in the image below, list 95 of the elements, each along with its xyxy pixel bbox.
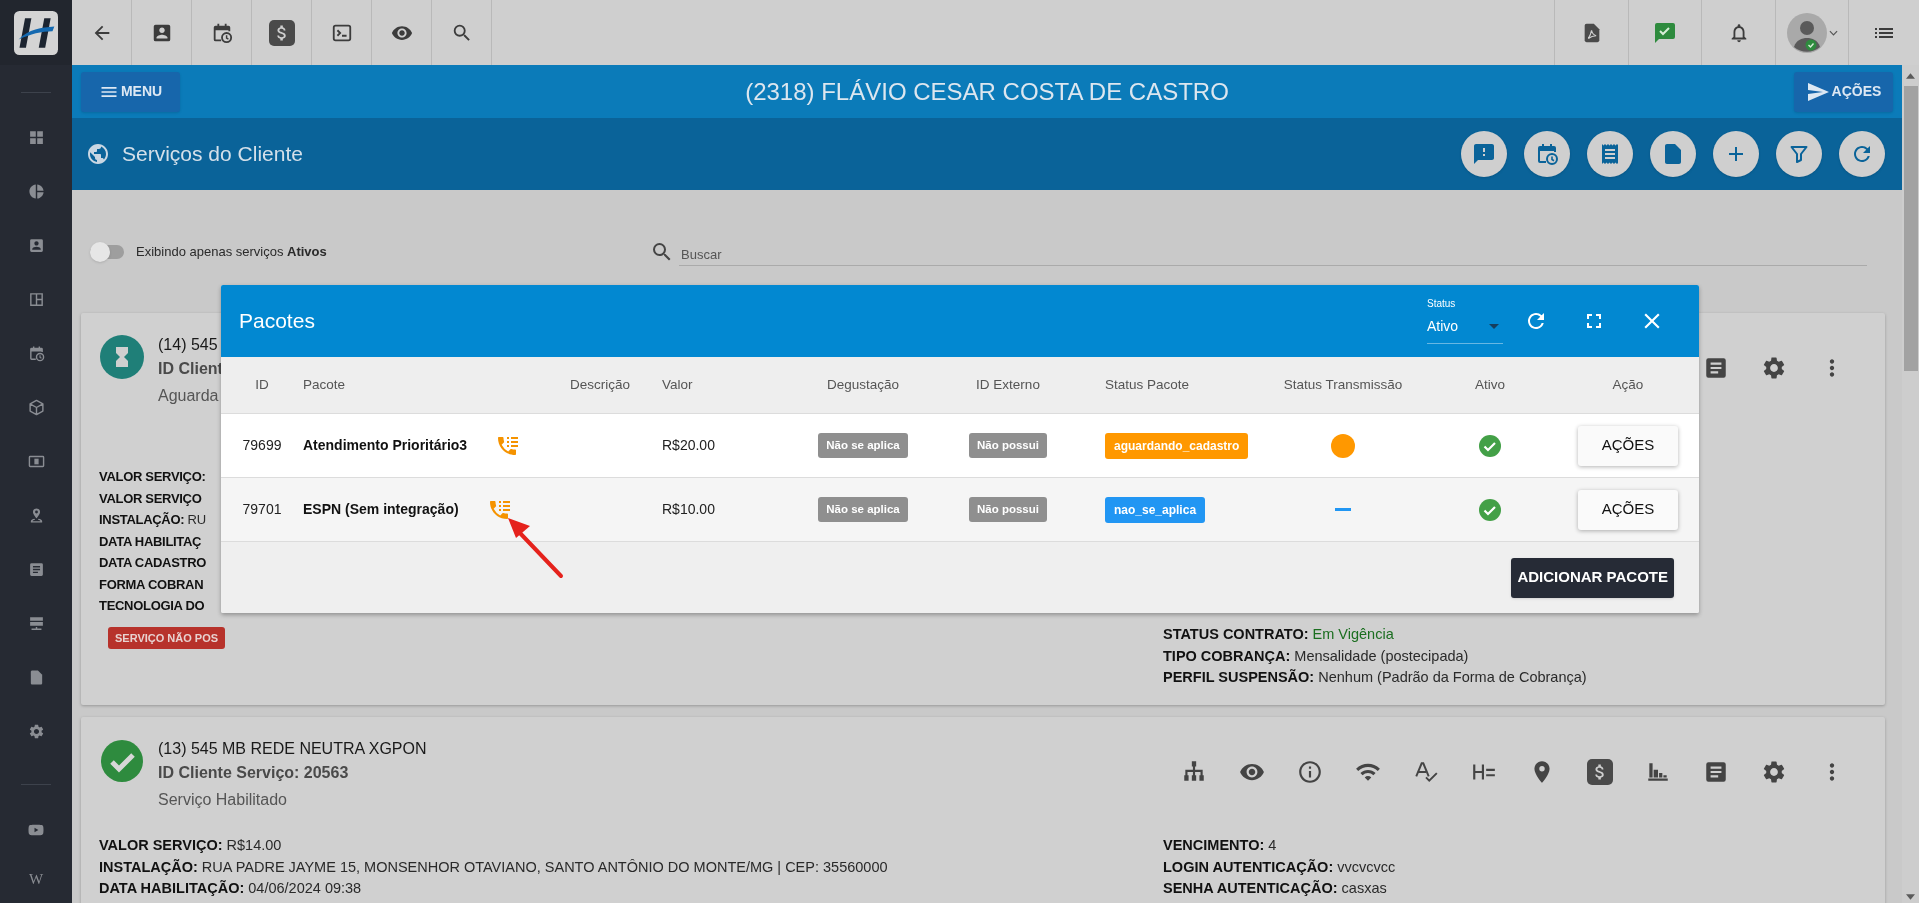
add-button[interactable]: [1713, 131, 1759, 177]
column-header: Degustação: [826, 375, 900, 394]
calendar-clock-icon[interactable]: [27, 344, 45, 362]
service-title: (14) 545: [158, 335, 219, 355]
scrollbar-thumb[interactable]: [1903, 86, 1918, 371]
detail-line: PERFIL SUSPENSÃO: Nenhum (Padrão da Forma de Cobrança): [1163, 668, 1587, 687]
receipt-button[interactable]: [1587, 131, 1633, 177]
actions-button[interactable]: AÇÕES: [1794, 71, 1893, 112]
avatar-silhouette-icon: [1786, 12, 1827, 53]
table-cell-text: R$20.00: [662, 436, 715, 455]
document-button[interactable]: [1650, 131, 1696, 177]
service-status: Serviço Habilitado: [158, 790, 288, 810]
column-header: Descrição: [569, 375, 630, 394]
filter-button[interactable]: [1776, 131, 1822, 177]
package-name: ESPN (Sem integração): [303, 500, 459, 519]
pie-chart-icon[interactable]: [27, 182, 45, 200]
trial-badge: Não se aplica: [818, 432, 908, 459]
dollar-icon: [268, 19, 295, 46]
column-header: Status Transmissão: [1283, 375, 1403, 394]
column-header: Ação: [1612, 375, 1644, 394]
detail-line: STATUS CONTRATO: Em Vigência: [1163, 625, 1394, 644]
search-field[interactable]: Buscar: [679, 237, 1867, 266]
actions-button[interactable]: AÇÕES: [1578, 489, 1678, 530]
package-name: Atendimento Prioritário3: [303, 436, 468, 455]
column-header: ID: [255, 375, 269, 394]
logo-icon[interactable]: [14, 10, 58, 55]
toggle-switch[interactable]: [90, 241, 126, 262]
list-icon[interactable]: [1703, 355, 1729, 381]
column-header: Status Pacote: [1105, 375, 1190, 394]
detail-line: SENHA AUTENTICAÇÃO: casxas: [1163, 879, 1387, 898]
detail-line: FORMA COBRAN: [99, 575, 204, 594]
column-header: Pacote: [303, 375, 346, 394]
schedule-button[interactable]: [1524, 131, 1570, 177]
add-package-button[interactable]: ADICIONAR PACOTE: [1511, 557, 1674, 598]
list-icon[interactable]: [27, 560, 45, 578]
service-title: (13) 545 MB REDE NEUTRA XGPON: [158, 739, 427, 759]
menu-button[interactable]: MENU: [81, 71, 180, 112]
detail-line: VALOR SERVIÇO: [99, 489, 202, 508]
package-status-badge: nao_se_aplica: [1105, 496, 1206, 523]
board-icon[interactable]: [27, 290, 45, 308]
detail-line: VALOR SERVIÇO:: [99, 468, 206, 486]
gear-icon[interactable]: [1761, 759, 1787, 785]
dollar-icon[interactable]: [1587, 759, 1613, 785]
column-header: ID Externo: [976, 375, 1040, 394]
calendar-clock-icon: [1535, 142, 1559, 166]
section-title: Serviços do Cliente: [122, 141, 303, 168]
package-status-badge: aguardando_cadastro: [1105, 432, 1249, 459]
service-id: ID Client: [158, 359, 223, 379]
table-cell-text: 79701: [242, 500, 282, 519]
detail-line: DATA HABILITAÇ: [99, 532, 202, 551]
client-title: (2318) FLÁVIO CESAR COSTA DE CASTRO: [745, 76, 1229, 107]
service-id: ID Cliente Serviço: 20563: [158, 763, 350, 783]
gear-icon[interactable]: [27, 722, 45, 740]
service-status-badge: SERVIÇO NÃO POS: [108, 626, 226, 649]
scroll-down-icon[interactable]: [1906, 894, 1915, 900]
refresh-button[interactable]: [1839, 131, 1885, 177]
detail-line: INSTALAÇÃO: RU: [99, 511, 206, 529]
caret-icon: [1828, 29, 1838, 36]
dropdown-caret-icon: [1489, 324, 1499, 329]
list-icon[interactable]: [1703, 759, 1729, 785]
detail-line: TIPO COBRANÇA: Mensalidade (postecipada): [1163, 646, 1469, 666]
detail-line: DATA CADASTRO: [99, 554, 207, 572]
globe-icon: [86, 142, 110, 166]
gear-icon[interactable]: [1761, 355, 1787, 381]
column-header: Valor: [662, 375, 693, 394]
detail-line: VENCIMENTO: 4: [1163, 836, 1277, 855]
contact-card-icon[interactable]: [27, 236, 45, 254]
table-cell-text: 79699: [242, 436, 282, 455]
message-alert-icon: [1472, 142, 1496, 166]
detail-line: TECNOLOGIA DO: [99, 597, 205, 615]
cube-icon[interactable]: [27, 398, 45, 416]
info-icon[interactable]: [1297, 759, 1323, 785]
dialog-title: Pacotes: [239, 308, 315, 335]
column-header: Ativo: [1475, 375, 1505, 394]
trial-badge: Não se aplica: [818, 496, 908, 523]
spellcheck-icon[interactable]: [1413, 759, 1439, 785]
service-status: Aguarda: [158, 386, 220, 406]
hourglass-badge-icon: [100, 335, 144, 379]
detail-line: VALOR SERVIÇO: R$14.00: [99, 836, 282, 855]
external-id-badge: Não possui: [969, 432, 1047, 459]
external-id-badge: Não possui: [969, 496, 1047, 523]
grid-icon[interactable]: [27, 128, 45, 146]
detail-line: DATA HABILITAÇÃO: 04/06/2024 09:38: [99, 879, 362, 898]
table-cell-text: R$10.00: [662, 500, 715, 519]
chat-check-icon: [1653, 20, 1677, 45]
detail-line: LOGIN AUTENTICAÇÃO: vvcvcvcc: [1163, 857, 1396, 877]
scroll-up-icon[interactable]: [1906, 73, 1915, 79]
check-badge-icon: [100, 739, 144, 783]
wiki-link[interactable]: W: [28, 867, 44, 891]
server-icon[interactable]: [27, 614, 45, 632]
detail-line: INSTALAÇÃO: RUA PADRE JAYME 15, MONSENHOR OTAVIANO, SANTO ANTÔNIO DO MONTE/MG | CEP: 35560000: [99, 857, 888, 877]
status-select[interactable]: Status Ativo: [1427, 298, 1503, 344]
filter-label: Exibindo apenas serviços Ativos: [136, 242, 327, 261]
actions-button[interactable]: AÇÕES: [1578, 425, 1678, 466]
alert-message-button[interactable]: [1461, 131, 1507, 177]
